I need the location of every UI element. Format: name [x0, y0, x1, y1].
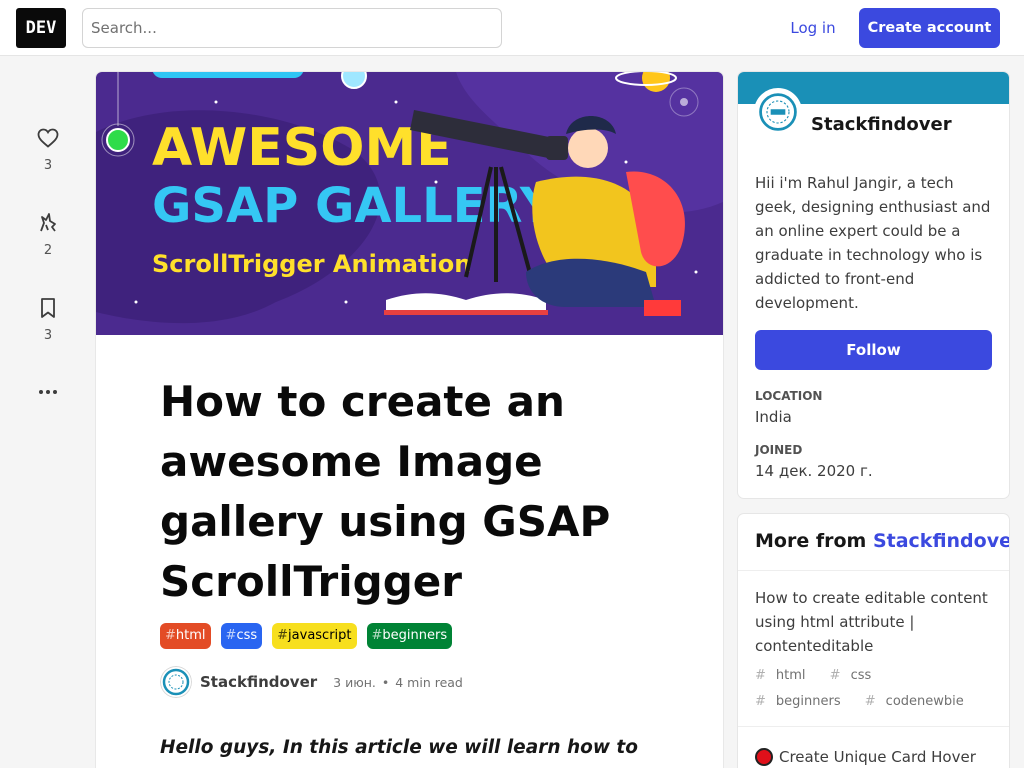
joined-value: 14 дек. 2020 г.	[755, 462, 873, 480]
more-item-2[interactable]: Create Unique Card Hover	[755, 748, 976, 766]
author-avatar[interactable]	[160, 666, 192, 698]
red-circle-icon	[755, 748, 773, 766]
more-tag[interactable]: # codenewbie	[865, 694, 974, 709]
article-intro: Hello guys, In this article we will lear…	[160, 737, 638, 768]
more-from-heading: More from Stackfindover	[755, 530, 1009, 552]
read-time: 4 min read	[395, 674, 463, 690]
unicorn-icon	[40, 213, 56, 232]
tag-beginners[interactable]: #beginners	[366, 623, 453, 649]
more-from-card: More from Stackfindover How to create ed…	[738, 514, 1009, 768]
top-header: DEV Log in Create account	[0, 0, 1024, 56]
joined-label: JOINED	[755, 443, 803, 457]
more-item-2-title: Create Unique Card Hover	[779, 748, 976, 766]
login-link[interactable]: Log in	[776, 8, 850, 48]
like-reaction[interactable]: 3	[28, 126, 68, 173]
tag-html[interactable]: #html	[160, 623, 211, 649]
follow-button[interactable]: Follow	[755, 330, 992, 370]
meta-separator: •	[381, 674, 390, 690]
dev-logo[interactable]: DEV	[16, 8, 66, 48]
author-bio: Hii i'm Rahul Jangir, a tech geek, desig…	[755, 174, 991, 312]
divider	[738, 726, 1009, 727]
location-value: India	[755, 408, 792, 426]
unicorn-count: 2	[43, 243, 53, 258]
author-name[interactable]: Stackfindover	[200, 673, 317, 691]
like-count: 3	[43, 158, 53, 173]
more-tag[interactable]: # css	[830, 668, 882, 683]
cover-line3: ScrollTrigger Animation	[152, 250, 471, 278]
more-from-author-link[interactable]: Stackfindover	[873, 530, 1009, 552]
bookmark-icon	[41, 298, 55, 318]
more-item-tags: # html # css # beginners # codenewbie	[755, 663, 995, 715]
create-account-button[interactable]: Create account	[859, 8, 1000, 48]
tag-list: #html #css #javascript #beginners	[160, 623, 453, 649]
unicorn-reaction[interactable]: 2	[28, 211, 68, 258]
author-card: Stackfindover Hii i'm Rahul Jangir, a te…	[738, 72, 1009, 498]
publish-date: 3 июн.	[333, 674, 376, 690]
location-label: LOCATION	[755, 389, 823, 403]
more-tag[interactable]: # html	[755, 668, 816, 683]
ellipsis-icon	[39, 390, 57, 394]
more-item-title[interactable]: How to create editable content using htm…	[755, 586, 995, 658]
author-byline: Stackfindover 3 июн. • 4 min read	[160, 665, 463, 699]
bookmark-count: 3	[43, 328, 53, 343]
cover-line1: AWESOME	[152, 118, 452, 178]
bookmark-reaction[interactable]: 3	[28, 296, 68, 343]
author-card-name[interactable]: Stackfindover	[811, 114, 952, 135]
article-card: AWESOME GSAP GALLERY ScrollTrigger Anima…	[96, 72, 723, 768]
tag-css[interactable]: #css	[220, 623, 263, 649]
tag-javascript[interactable]: #javascript	[272, 623, 357, 649]
more-actions-button[interactable]	[28, 380, 68, 404]
heart-icon	[37, 128, 59, 148]
search-input[interactable]	[82, 8, 502, 48]
more-tag[interactable]: # beginners	[755, 694, 851, 709]
author-card-avatar[interactable]	[754, 88, 802, 136]
cover-image: AWESOME GSAP GALLERY ScrollTrigger Anima…	[96, 72, 723, 335]
divider	[738, 570, 1009, 571]
article-title: How to create an awesome Image gallery u…	[160, 377, 611, 606]
